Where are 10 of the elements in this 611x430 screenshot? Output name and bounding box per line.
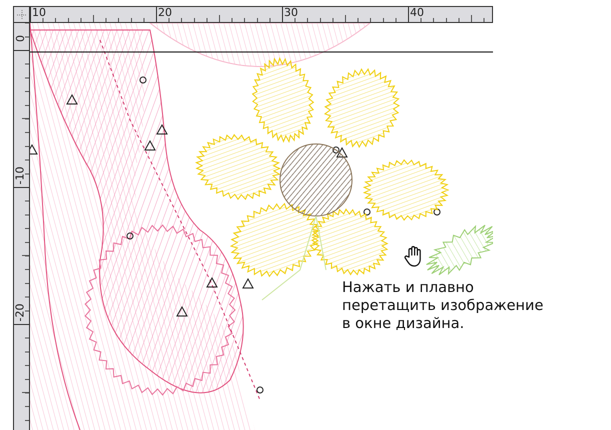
drag-hint-text: Нажать и плавно перетащить изображение в окне дизайна. xyxy=(342,279,544,333)
ruler-corner[interactable] xyxy=(14,7,30,23)
crosshair-icon xyxy=(16,10,26,20)
ruler-label: 20 xyxy=(158,7,172,19)
ruler-label: -10 xyxy=(14,166,26,184)
ruler-label: 0 xyxy=(14,34,26,42)
ruler-label: 30 xyxy=(284,7,298,19)
ruler-label: -20 xyxy=(14,303,26,321)
ruler-label: 40 xyxy=(410,7,424,19)
ruler-label: 10 xyxy=(32,7,46,19)
